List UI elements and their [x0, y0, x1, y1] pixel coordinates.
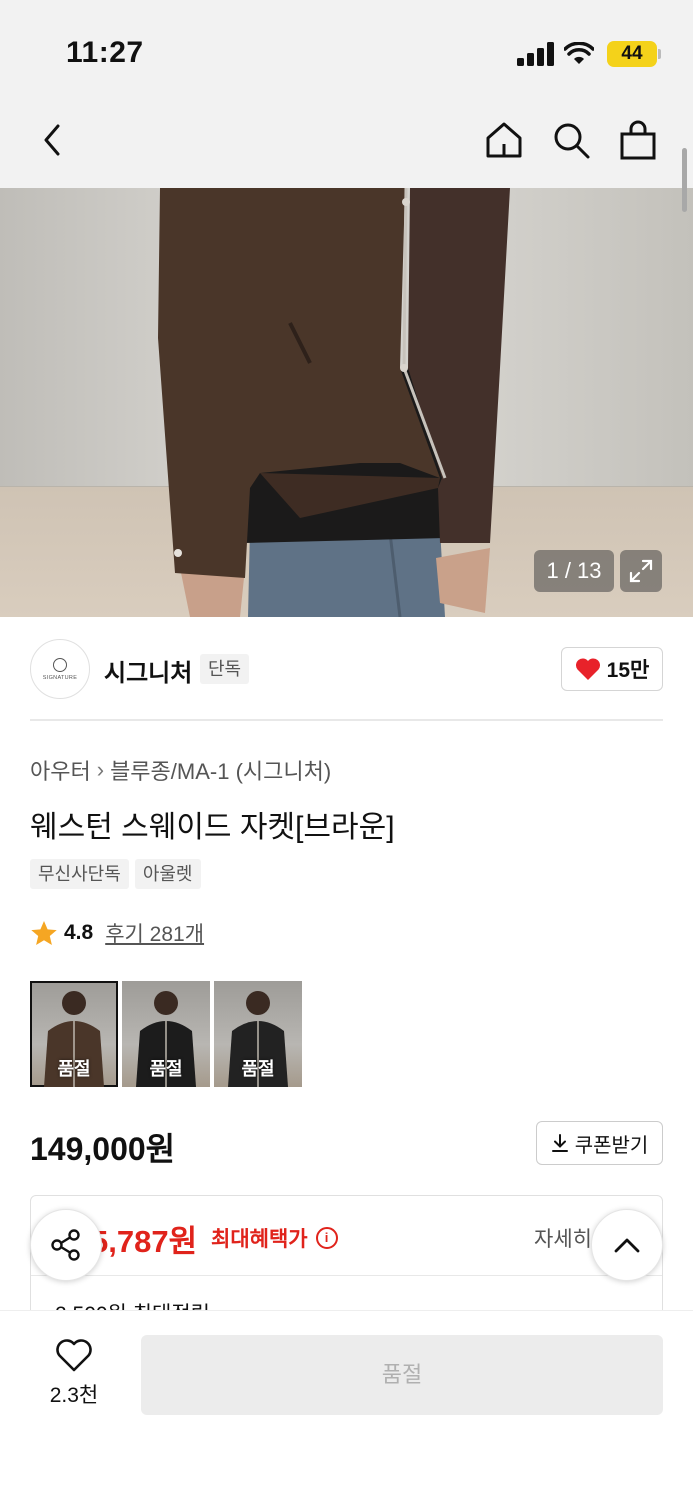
nav-bar [0, 100, 693, 188]
review-link[interactable]: 후기 281개 [105, 918, 204, 948]
product-price: 149,000원 [30, 1131, 176, 1167]
wifi-icon [564, 42, 594, 64]
exclusive-badge: 단독 [200, 654, 250, 684]
battery-icon: 44 [607, 41, 657, 67]
color-options: 품절 품절 품절 [30, 981, 302, 1087]
battery-cap [658, 49, 661, 59]
chevron-right-icon: › [96, 757, 105, 782]
max-benefit-price: 5,787원 [91, 1224, 198, 1259]
bottom-action-bar: 2.3천 품절 [0, 1310, 693, 1500]
color-option-black[interactable]: 품절 [122, 981, 210, 1087]
share-icon [51, 1229, 80, 1261]
shopping-bag-icon[interactable] [616, 118, 660, 162]
breadcrumb-item-subcategory[interactable]: 블루종/MA-1 (시그니처) [110, 754, 331, 786]
signal-icon [517, 42, 555, 66]
star-icon [31, 920, 57, 945]
breadcrumb-item-category[interactable]: 아우터 [30, 754, 91, 786]
share-button[interactable] [30, 1209, 102, 1281]
color-option-charcoal[interactable]: 품절 [214, 981, 302, 1087]
info-icon[interactable]: i [315, 1227, 338, 1249]
brand-name[interactable]: 시그니처 [104, 653, 192, 688]
wishlist-count: 2.3천 [49, 1384, 99, 1407]
expand-icon[interactable] [620, 550, 662, 592]
image-counter: 1 / 13 [534, 550, 614, 592]
brand-logo[interactable]: SIGNATURE [30, 639, 90, 699]
back-icon[interactable] [30, 118, 74, 162]
max-benefit-label: 최대혜택가 i [211, 1223, 338, 1253]
download-icon [551, 1134, 568, 1152]
heart-filled-icon [575, 658, 600, 680]
product-title: 웨스턴 스웨이드 자켓[브라운] [30, 811, 395, 844]
coupon-label: 쿠폰받기 [574, 1134, 649, 1157]
rating-row: 4.8 후기 281개 [30, 918, 204, 948]
product-image[interactable]: 1 / 13 [0, 188, 693, 617]
product-tags: 무신사단독 아울렛 [30, 859, 201, 889]
brand-logo-mark [53, 657, 67, 672]
benefit-summary[interactable]: 5,787원 최대혜택가 i 자세히 [31, 1196, 662, 1276]
scroll-indicator[interactable] [682, 148, 687, 212]
soldout-label: 품절 [149, 1059, 183, 1079]
tag-exclusive: 무신사단독 [30, 859, 129, 889]
brand-logo-text: SIGNATURE [42, 674, 78, 681]
benefit-detail-link[interactable]: 자세히 [534, 1223, 592, 1253]
color-option-brown[interactable]: 품절 [30, 981, 118, 1087]
brand-like-count: 15만 [606, 659, 650, 682]
max-benefit-text: 최대혜택가 [211, 1228, 308, 1251]
brand-like-button[interactable]: 15만 [561, 647, 663, 691]
chevron-up-icon [614, 1238, 640, 1253]
soldout-label: 품절 [241, 1059, 275, 1079]
status-time: 11:27 [66, 36, 144, 69]
rating-score: 4.8 [64, 921, 94, 944]
coupon-button[interactable]: 쿠폰받기 [536, 1121, 663, 1165]
soldout-button[interactable]: 품절 [141, 1335, 663, 1415]
status-bar: 11:27 44 [0, 0, 693, 100]
home-icon[interactable] [482, 118, 526, 162]
brand-row: SIGNATURE 시그니처 단독 15만 [30, 617, 663, 721]
tag-outlet: 아울렛 [134, 859, 201, 889]
soldout-label: 품절 [57, 1059, 91, 1079]
heart-outline-icon [56, 1339, 92, 1372]
search-icon[interactable] [549, 118, 593, 162]
scroll-top-button[interactable] [591, 1209, 663, 1281]
breadcrumb: 아우터 › 블루종/MA-1 (시그니처) [30, 754, 331, 786]
wishlist-button[interactable]: 2.3천 [34, 1339, 114, 1415]
